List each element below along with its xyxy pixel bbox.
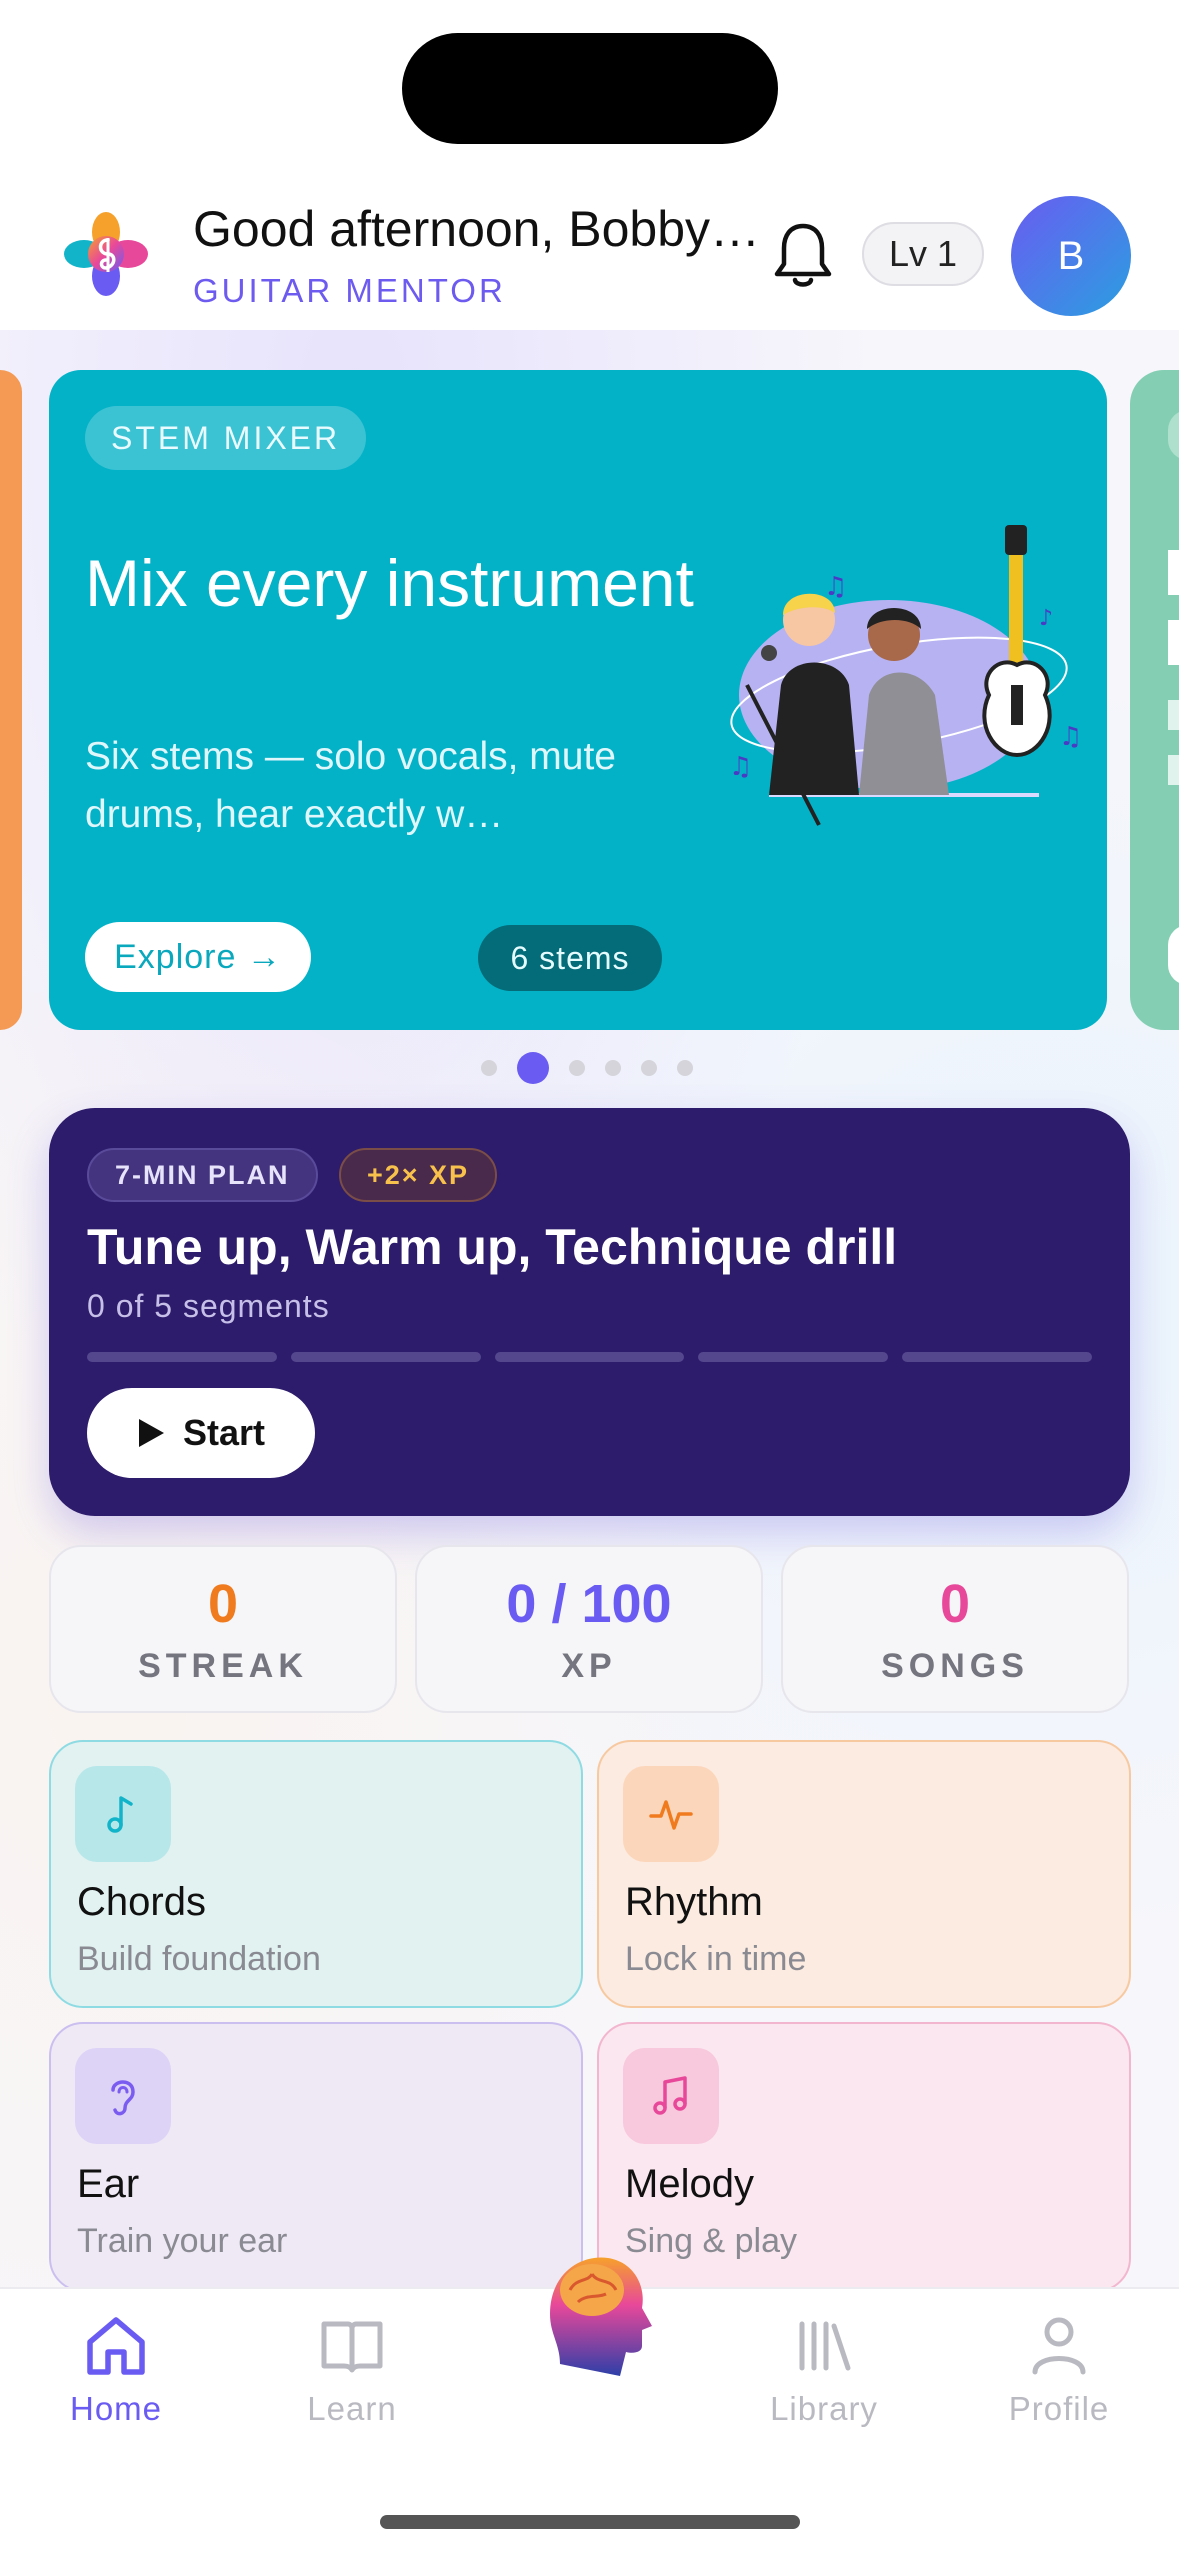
xp-stat[interactable]: 0 / 100 XP (415, 1545, 763, 1713)
tab-profile[interactable]: Profile (979, 2310, 1139, 2430)
explore-button[interactable]: Explore → (85, 922, 311, 992)
skill-desc: Train your ear (77, 2222, 288, 2260)
pulse-icon (623, 1766, 719, 1862)
plan-segment (902, 1352, 1092, 1362)
carousel-dot[interactable] (569, 1060, 585, 1076)
svg-text:♪: ♪ (1039, 606, 1053, 631)
person-icon (1032, 2317, 1086, 2375)
card-tag: STEM MIXER (85, 406, 367, 470)
book-icon (321, 2321, 383, 2373)
plan-segment (290, 1352, 481, 1362)
skill-name: Melody (625, 2162, 754, 2206)
app-logo-icon (64, 212, 148, 296)
plan-progress-segments (87, 1352, 1092, 1362)
streak-value: 0 (207, 1574, 239, 1634)
svg-text:♫: ♫ (1059, 722, 1082, 752)
ear-icon (75, 2048, 171, 2144)
app-subtitle: GUITAR MENTOR (193, 272, 506, 309)
skill-card-rhythm[interactable]: Rhythm Lock in time (597, 1740, 1131, 2008)
start-button[interactable]: Start (87, 1388, 315, 1478)
svg-text:♫: ♫ (729, 752, 752, 782)
carousel-dot[interactable] (605, 1060, 621, 1076)
music-note-icon (75, 1766, 171, 1862)
songs-stat[interactable]: 0 SONGS (781, 1545, 1129, 1713)
card-title: Mix every instrument (85, 546, 694, 620)
tab-library[interactable]: Library (744, 2310, 904, 2430)
carousel-dot[interactable] (481, 1060, 497, 1076)
home-icon (87, 2317, 145, 2375)
streak-label: STREAK (138, 1647, 308, 1685)
xp-bonus-tag: +2× XP (339, 1148, 498, 1202)
carousel-dot[interactable] (641, 1060, 657, 1076)
tab-home[interactable]: Home (36, 2310, 196, 2430)
xp-value: 0 / 100 (506, 1574, 672, 1634)
avatar[interactable]: B (1011, 196, 1131, 316)
carousel-pagination[interactable] (481, 1052, 701, 1084)
library-icon (799, 2321, 851, 2371)
tab-label: Profile (1008, 2390, 1110, 2427)
skill-name: Chords (77, 1880, 206, 1924)
tab-label: Learn (307, 2390, 397, 2427)
plan-progress-text: 0 of 5 segments (87, 1288, 330, 1324)
home-indicator (380, 2515, 800, 2529)
xp-label: XP (561, 1647, 617, 1685)
carousel-dot[interactable] (677, 1060, 693, 1076)
plan-title: Tune up, Warm up, Technique drill (87, 1219, 898, 1275)
skill-name: Ear (77, 2162, 140, 2206)
carousel-card-next[interactable] (1130, 370, 1179, 1030)
skill-card-melody[interactable]: Melody Sing & play (597, 2022, 1131, 2292)
daily-plan-card[interactable]: 7-MIN PLAN +2× XP Tune up, Warm up, Tech… (49, 1108, 1130, 1516)
music-notes-icon (623, 2048, 719, 2144)
songs-value: 0 (939, 1574, 971, 1634)
streak-stat[interactable]: 0 STREAK (49, 1545, 397, 1713)
plan-segment (87, 1352, 277, 1362)
play-icon (139, 1419, 164, 1447)
stems-badge: 6 stems (478, 925, 662, 991)
plan-segment (494, 1352, 685, 1362)
card-description: Six stems — solo vocals, mute drums, hea… (85, 735, 616, 836)
greeting-text: Good afternoon, Bobby… (193, 201, 761, 257)
carousel-dot[interactable] (517, 1052, 549, 1084)
svg-text:♫: ♫ (824, 572, 847, 602)
tab-label: Home (69, 2390, 163, 2427)
start-button-label: Start (183, 1412, 266, 1453)
skill-card-chords[interactable]: Chords Build foundation (49, 1740, 583, 2008)
songs-label: SONGS (881, 1647, 1029, 1685)
musicians-illustration: ♫ ♫ ♫ ♪ (729, 525, 1082, 826)
notification-bell-icon[interactable] (768, 218, 838, 292)
carousel-card-stem-mixer[interactable]: STEM MIXER Mix every instrument Six stem… (49, 370, 1107, 1030)
skill-desc: Lock in time (625, 1940, 807, 1978)
tab-label: Library (770, 2390, 878, 2427)
skill-card-ear[interactable]: Ear Train your ear (49, 2022, 583, 2292)
skill-desc: Build foundation (77, 1940, 321, 1978)
level-badge[interactable]: Lv 1 (862, 222, 984, 286)
ai-mentor-head-icon[interactable] (530, 2234, 660, 2384)
skill-name: Rhythm (625, 1880, 763, 1924)
plan-duration-tag: 7-MIN PLAN (87, 1148, 318, 1202)
carousel-card-previous[interactable] (0, 370, 22, 1030)
dynamic-island (402, 33, 778, 144)
tab-learn[interactable]: Learn (272, 2310, 432, 2430)
plan-segment (698, 1352, 889, 1362)
